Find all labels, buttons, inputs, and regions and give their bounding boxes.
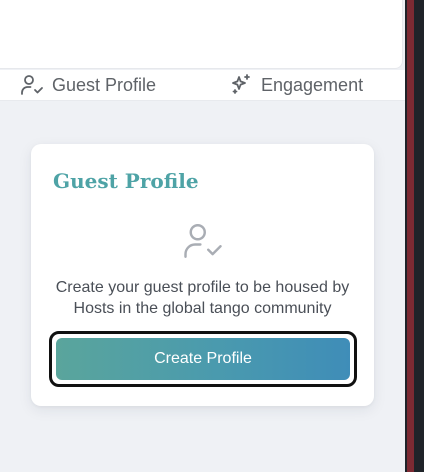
user-check-icon (182, 220, 224, 262)
window-edge-stripe (407, 0, 414, 472)
nav-item-label: Engagement (261, 74, 364, 95)
card-title: Guest Profile (53, 169, 199, 193)
create-profile-button[interactable]: Create Profile (56, 338, 350, 380)
profile-nav: Guest Profile Engagement (0, 70, 405, 101)
header-panel (0, 0, 403, 69)
nav-item-engagement[interactable]: Engagement (229, 70, 363, 100)
guest-profile-card: Guest Profile Create your guest profile … (31, 144, 374, 406)
window-edge (405, 0, 424, 472)
sparkles-icon (229, 73, 253, 97)
nav-item-guest-profile[interactable]: Guest Profile (20, 70, 156, 100)
user-check-icon (20, 73, 44, 97)
create-profile-focus-ring: Create Profile (49, 331, 357, 387)
card-description: Create your guest profile to be housed b… (55, 279, 350, 317)
app-viewport: Guest Profile Engagement Guest Profile C… (0, 0, 405, 472)
nav-item-label: Guest Profile (52, 74, 157, 95)
